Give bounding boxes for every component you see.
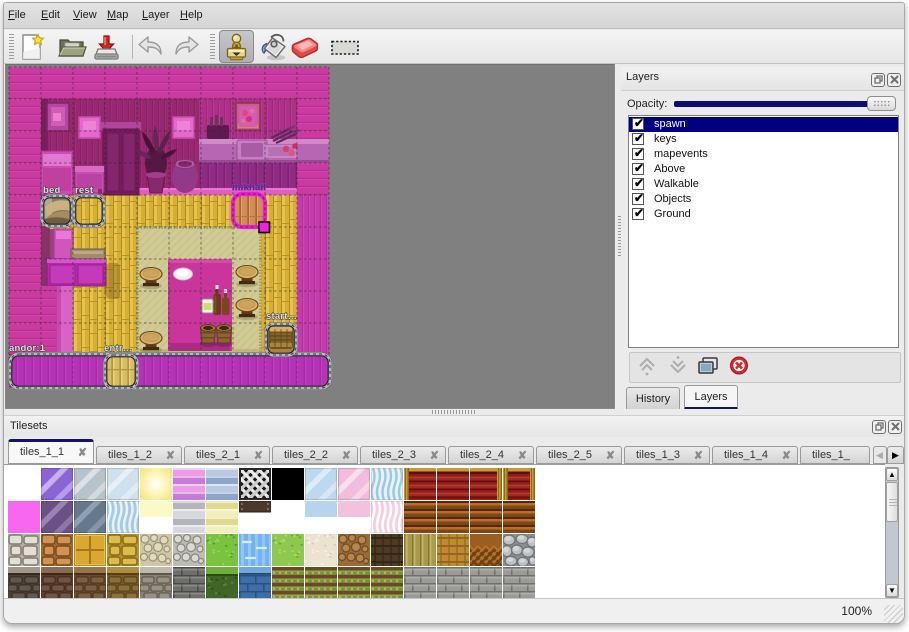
svg-text:start…: start… [266, 311, 297, 322]
svg-text:rest: rest [75, 185, 94, 196]
svg-text:entr…: entr… [104, 343, 132, 354]
svg-text:andor:1: andor:1 [9, 343, 46, 354]
svg-text:mikhail: mikhail [232, 182, 266, 193]
svg-text:bed: bed [43, 185, 61, 196]
